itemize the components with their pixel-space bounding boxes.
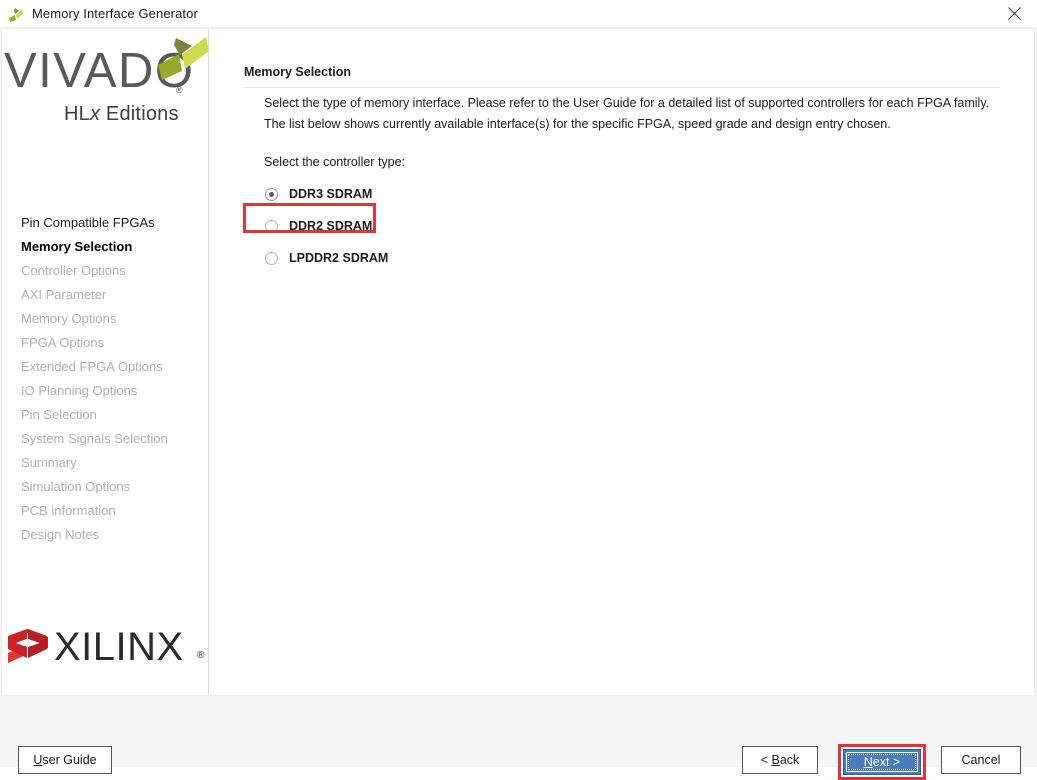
wizard-nav: Pin Compatible FPGAs Memory Selection Co… (2, 211, 209, 547)
ddr2-sdram-radio[interactable]: DDR2 SDRAM (264, 210, 388, 242)
content-area: Memory Selection Select the type of memo… (210, 29, 1034, 695)
controller-type-label: Select the controller type: (264, 155, 406, 169)
back-prefix: < (760, 753, 772, 767)
vivado-pinwheel-icon (7, 5, 25, 23)
user-guide-label: User Guide (33, 753, 96, 767)
back-rest: ack (779, 753, 800, 767)
user-guide-rest: ser Guide (42, 753, 97, 767)
ddr3-sdram-radio[interactable]: DDR3 SDRAM (264, 178, 388, 210)
wizard-panel: VIVADO ® HLx Editions Pin Compatible FPG… (1, 28, 1035, 696)
description-line-1: Select the type of memory interface. Ple… (264, 96, 990, 110)
sidebar-item-extended-fpga-options[interactable]: Extended FPGA Options (2, 355, 209, 379)
sidebar-item-fpga-options[interactable]: FPGA Options (2, 331, 209, 355)
xilinx-registered-mark: ® (197, 650, 205, 661)
radio-circle-icon (265, 187, 278, 201)
sidebar-item-summary[interactable]: Summary (2, 451, 209, 475)
back-mnemonic: B (771, 753, 780, 767)
sidebar-item-pin-selection[interactable]: Pin Selection (2, 403, 209, 427)
ddr2-sdram-label: DDR2 SDRAM (289, 219, 373, 233)
footer-bar: User Guide < Back Next > Cancel (0, 697, 1037, 775)
sidebar-item-system-signals-selection[interactable]: System Signals Selection (2, 427, 209, 451)
sidebar-item-pin-compatible-fpgas[interactable]: Pin Compatible FPGAs (2, 211, 209, 235)
vivado-subtitle: HLx Editions (64, 103, 179, 126)
xilinx-mark-icon (6, 627, 50, 671)
next-button-inner-border: Next > (846, 752, 918, 772)
page-title: Memory Selection (244, 65, 1000, 88)
sidebar-item-pcb-information[interactable]: PCB information (2, 499, 209, 523)
sidebar-item-memory-selection[interactable]: Memory Selection (2, 235, 209, 259)
ddr3-sdram-label: DDR3 SDRAM (289, 187, 373, 201)
vivado-subtitle-italic: x (89, 103, 101, 125)
next-button-focus-ring: Next > (848, 754, 916, 770)
window-body: VIVADO ® HLx Editions Pin Compatible FPG… (0, 27, 1037, 780)
sidebar: VIVADO ® HLx Editions Pin Compatible FPG… (2, 29, 209, 695)
sidebar-item-design-notes[interactable]: Design Notes (2, 523, 209, 547)
vivado-subtitle-suffix: Editions (100, 103, 179, 125)
cancel-label: Cancel (961, 753, 1001, 767)
radio-circle-icon (265, 219, 278, 233)
cancel-button[interactable]: Cancel (941, 746, 1021, 774)
back-label: < Back (761, 753, 800, 767)
controller-type-radio-group: DDR3 SDRAM DDR2 SDRAM LPDDR2 SDRAM (264, 178, 388, 274)
user-guide-button[interactable]: User Guide (18, 746, 112, 774)
sidebar-item-memory-options[interactable]: Memory Options (2, 307, 209, 331)
window-titlebar: Memory Interface Generator (0, 0, 1037, 28)
window-title: Memory Interface Generator (32, 6, 198, 21)
vivado-subtitle-prefix: HL (64, 103, 90, 125)
vivado-pinwheel-icon (154, 35, 212, 83)
description-line-2: The list below shows currently available… (264, 117, 891, 131)
sidebar-item-axi-parameter[interactable]: AXI Parameter (2, 283, 209, 307)
vivado-logo: VIVADO ® HLx Editions (2, 37, 209, 137)
close-icon[interactable] (991, 0, 1037, 27)
vivado-registered-mark: ® (176, 85, 183, 95)
sidebar-item-simulation-options[interactable]: Simulation Options (2, 475, 209, 499)
lpddr2-sdram-radio[interactable]: LPDDR2 SDRAM (264, 242, 388, 274)
radio-circle-icon (265, 251, 278, 265)
sidebar-item-io-planning-options[interactable]: IO Planning Options (2, 379, 209, 403)
sidebar-item-controller-options[interactable]: Controller Options (2, 259, 209, 283)
xilinx-logo: XILINX ® (6, 625, 206, 673)
page-description: Select the type of memory interface. Ple… (264, 93, 1024, 135)
back-button[interactable]: < Back (742, 746, 818, 774)
xilinx-wordmark: XILINX (54, 625, 184, 669)
next-button[interactable]: Next > (843, 749, 921, 775)
lpddr2-sdram-label: LPDDR2 SDRAM (289, 251, 389, 265)
